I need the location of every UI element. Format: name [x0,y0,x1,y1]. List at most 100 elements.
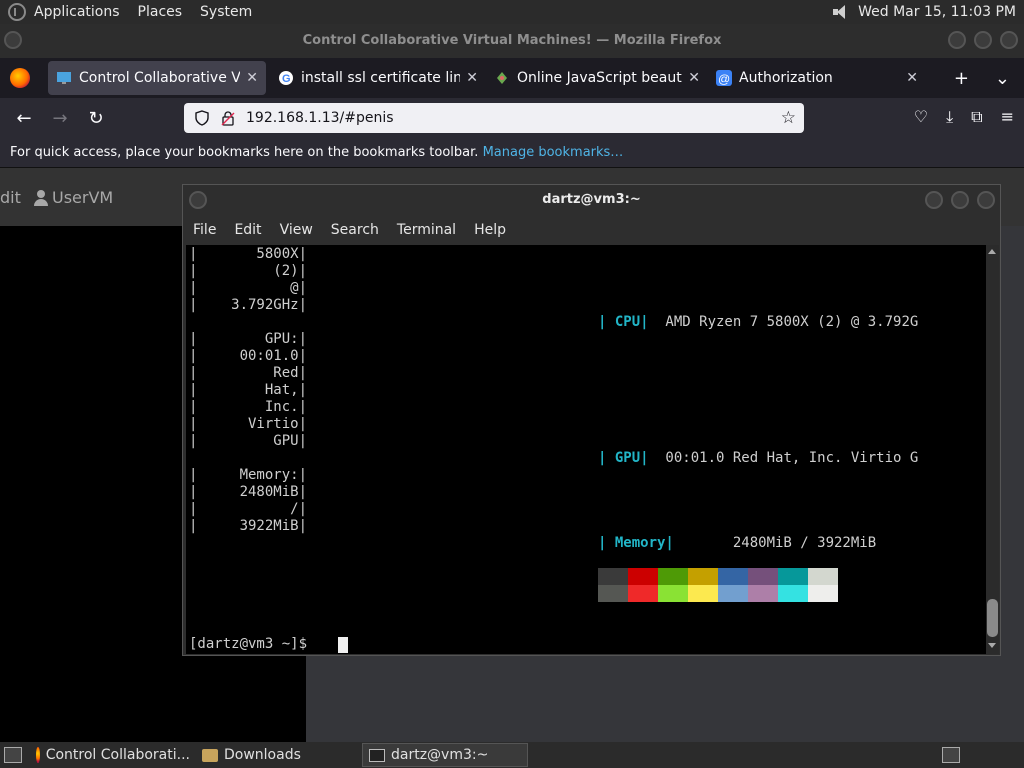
palette-swatch [598,585,628,602]
distro-logo-icon[interactable] [8,3,26,21]
shield-icon[interactable] [194,110,210,126]
terminal-scrollbar[interactable] [986,245,999,654]
palette-swatch [688,585,718,602]
reload-icon[interactable]: ↻ [78,108,114,129]
menu-file[interactable]: File [193,222,216,238]
terminal-title: dartz@vm3:~ [542,192,641,207]
close-tab-icon[interactable]: ✕ [466,70,478,86]
workspace-switcher-icon[interactable] [942,747,960,763]
palette-swatch [628,585,658,602]
palette-swatch [718,568,748,585]
list-tabs-chevron-icon[interactable]: ⌄ [995,68,1010,89]
tab-authorization[interactable]: @ Authorization ✕ [708,61,926,95]
url-text[interactable]: 192.168.1.13/#penis [246,110,394,126]
task-label: Downloads [224,747,301,763]
user-label: UserVM [52,188,114,207]
url-bar[interactable]: 192.168.1.13/#penis ☆ [184,103,804,133]
terminal-icon [369,748,385,762]
places-menu[interactable]: Places [138,4,183,20]
terminal-maximize-button[interactable] [951,191,969,209]
palette-swatch [808,568,838,585]
terminal-menubar: File Edit View Search Terminal Help [183,215,1000,245]
tab-ssl-search[interactable]: G install ssl certificate linux - G ✕ [270,61,486,95]
terminal-window-menu-button[interactable] [189,191,207,209]
memory-label: | Memory| [598,535,674,551]
menu-edit[interactable]: Edit [234,222,261,238]
beautifier-icon [497,72,507,84]
terminal-screen[interactable]: | CPU| AMD Ryzen 7 5800X (2) @ 3.792G | … [186,245,986,654]
close-tab-icon[interactable]: ✕ [906,70,918,86]
cpu-label: | CPU| [598,314,649,330]
extensions-icon[interactable]: ⧉ [971,107,982,127]
neofetch-left-line: | @| [189,280,308,296]
window-menu-button[interactable] [4,31,22,49]
person-icon [34,189,48,206]
scroll-down-icon[interactable] [988,643,996,648]
menu-help[interactable]: Help [474,222,506,238]
neofetch-left-line: | Virtio| [189,416,308,432]
tab-label: Authorization [739,70,833,86]
tab-label: install ssl certificate linux - G [301,70,461,86]
terminal-window: dartz@vm3:~ File Edit View Search Termin… [182,184,1001,656]
taskbar-firefox[interactable]: Control Collaborati... [30,743,196,767]
menu-search[interactable]: Search [331,222,379,238]
close-tab-icon[interactable]: ✕ [688,70,700,86]
minimize-button[interactable] [948,31,966,49]
palette-swatch [778,585,808,602]
back-arrow-icon[interactable]: ← [6,108,42,129]
pocket-icon[interactable]: ♡ [914,107,928,127]
google-icon: G [279,71,293,85]
palette-swatch [598,568,628,585]
cpu-info: | CPU| AMD Ryzen 7 5800X (2) @ 3.792G [598,314,918,330]
firefox-view-icon[interactable] [10,68,30,88]
show-desktop-icon[interactable] [4,747,22,763]
app-menu-icon[interactable]: ≡ [1001,107,1014,127]
folder-icon [202,748,218,762]
user-link[interactable]: UserVM [34,188,113,207]
menu-terminal[interactable]: Terminal [397,222,456,238]
insecure-lock-icon[interactable] [220,110,236,126]
tab-label: Online JavaScript beautifier [517,70,682,86]
system-menu[interactable]: System [200,4,252,20]
applications-menu[interactable]: Applications [34,4,120,20]
close-window-button[interactable] [1000,31,1018,49]
window-title-text: Control Collaborative Virtual Machines! … [302,33,722,48]
scrollbar-thumb[interactable] [987,599,998,637]
downloads-icon[interactable]: ⤓ [946,107,953,127]
forward-arrow-icon[interactable]: → [42,108,78,129]
manage-bookmarks-link[interactable]: Manage bookmarks… [483,145,624,160]
neofetch-left-line: | /| [189,501,308,517]
navigation-bar: ← → ↻ 192.168.1.13/#penis ☆ ♡ ⤓ ⧉ ≡ [0,98,1024,138]
neofetch-left-line: | Memory:| [189,467,308,483]
scroll-up-icon[interactable] [988,249,996,254]
neofetch-left-line: | Red| [189,365,308,381]
bookmarks-hint: For quick access, place your bookmarks h… [10,145,479,160]
edit-link[interactable]: dit [0,188,21,207]
close-tab-icon[interactable]: ✕ [246,70,258,86]
palette-swatch [808,585,838,602]
palette-swatch [628,568,658,585]
task-label: Control Collaborati... [45,747,190,763]
terminal-minimize-button[interactable] [925,191,943,209]
menu-view[interactable]: View [280,222,313,238]
new-tab-icon[interactable]: + [954,68,969,89]
clock[interactable]: Wed Mar 15, 11:03 PM [858,4,1016,20]
maximize-button[interactable] [974,31,992,49]
tab-js-beautifier[interactable]: Online JavaScript beautifier ✕ [486,61,708,95]
volume-icon[interactable] [832,4,850,20]
tab-label: Control Collaborative Virtual [79,70,241,86]
tab-control-collaborative[interactable]: Control Collaborative Virtual ✕ [48,61,266,95]
bookmark-star-icon[interactable]: ☆ [781,108,796,128]
neofetch-left-line: | (2)| [189,263,308,279]
gpu-label: | GPU| [598,450,649,466]
memory-value: 2480MiB / 3922MiB [673,535,877,551]
terminal-titlebar[interactable]: dartz@vm3:~ [183,185,1000,215]
palette-swatch [748,585,778,602]
terminal-close-button[interactable] [977,191,995,209]
monitor-icon [57,72,71,84]
taskbar-terminal[interactable]: dartz@vm3:~ [362,743,528,767]
taskbar-downloads[interactable]: Downloads [196,743,362,767]
neofetch-left-line: | 00:01.0| [189,348,308,364]
gpu-info: | GPU| 00:01.0 Red Hat, Inc. Virtio G [598,450,918,466]
svg-text:@: @ [718,72,730,86]
